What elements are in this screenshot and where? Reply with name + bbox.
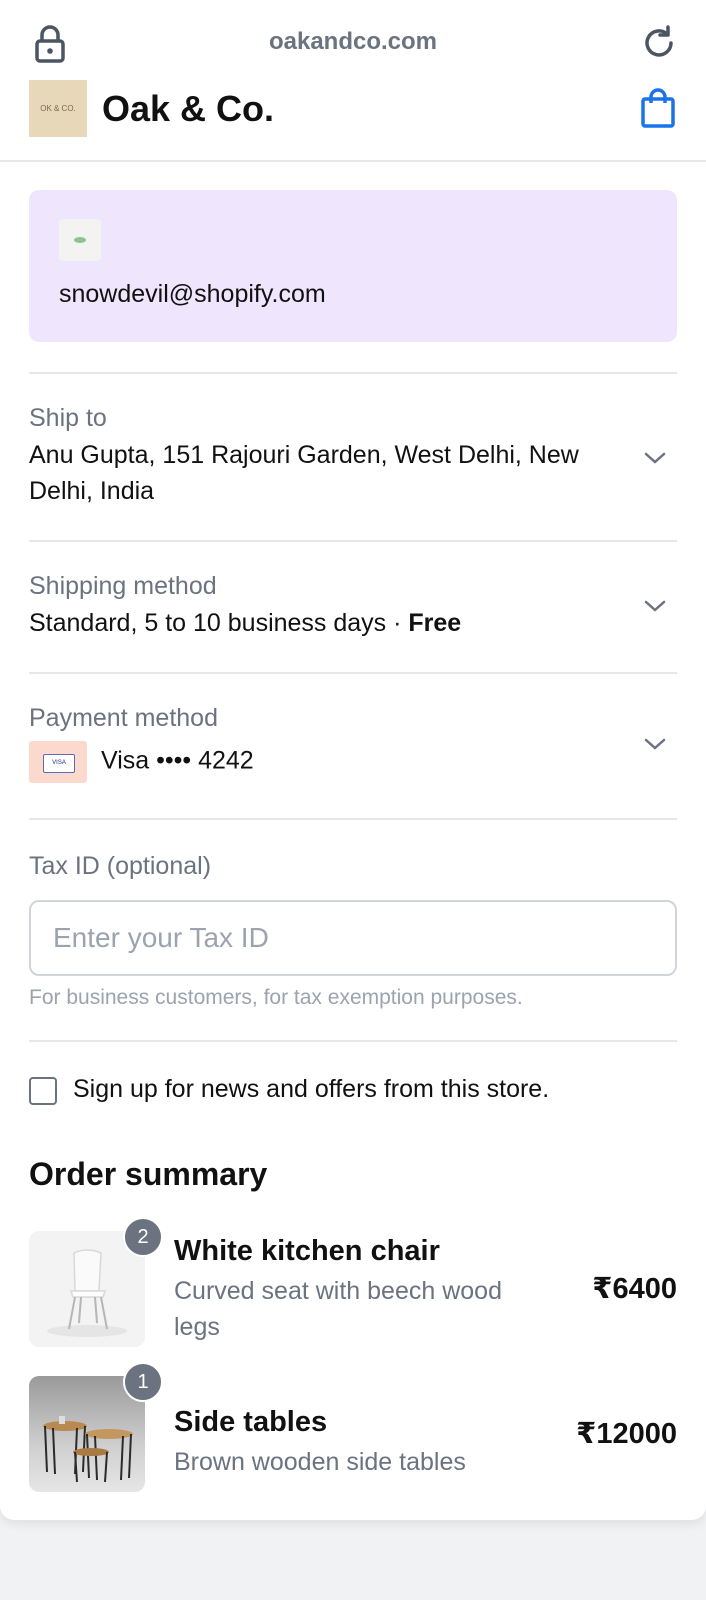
checkout-sheet: oakandco.com OK & CO. Oak & Co. snowdevi…	[0, 0, 706, 1520]
ship-to-row[interactable]: Ship to Anu Gupta, 151 Rajouri Garden, W…	[29, 404, 677, 509]
item-description: Curved seat with beech wood legs	[174, 1277, 502, 1341]
payment-method-label: Payment method	[29, 704, 218, 732]
credit-card-icon: VISA	[29, 741, 87, 783]
chevron-down-icon[interactable]	[643, 598, 667, 614]
divider	[29, 372, 677, 374]
shipping-method-row[interactable]: Shipping method Standard, 5 to 10 busine…	[29, 572, 677, 641]
url-text: oakandco.com	[268, 28, 438, 55]
newsletter-label[interactable]: Sign up for news and offers from this st…	[73, 1075, 549, 1104]
account-email: snowdevil@shopify.com	[59, 280, 326, 308]
newsletter-checkbox[interactable]	[29, 1077, 57, 1105]
account-card: snowdevil@shopify.com	[29, 190, 677, 342]
shipping-price: Free	[408, 609, 462, 637]
item-name: White kitchen chair	[174, 1235, 440, 1267]
chevron-down-icon[interactable]	[643, 450, 667, 466]
reload-icon[interactable]	[640, 24, 678, 62]
shopping-bag-icon[interactable]	[640, 88, 676, 128]
header: oakandco.com OK & CO. Oak & Co.	[0, 0, 706, 162]
store-name: Oak & Co.	[102, 88, 275, 129]
item-price: ₹12000	[576, 1418, 677, 1450]
store-logo: OK & CO.	[29, 80, 87, 137]
quantity-badge: 2	[123, 1217, 163, 1257]
shipping-method-value: Standard, 5 to 10 business days · Free	[29, 609, 462, 637]
tax-id-input[interactable]	[29, 900, 677, 976]
divider	[29, 540, 677, 542]
chevron-down-icon[interactable]	[643, 736, 667, 752]
item-description: Brown wooden side tables	[174, 1448, 466, 1476]
shop-thumbnail	[59, 219, 101, 261]
divider	[29, 1040, 677, 1042]
item-name: Side tables	[174, 1406, 328, 1438]
divider	[29, 818, 677, 820]
payment-method-value: VISA Visa •••• 4242	[29, 741, 619, 783]
order-summary-title: Order summary	[29, 1156, 268, 1192]
divider	[29, 672, 677, 674]
ship-to-value: Anu Gupta, 151 Rajouri Garden, West Delh…	[29, 441, 579, 505]
tax-id-help: For business customers, for tax exemptio…	[29, 986, 523, 1009]
item-price: ₹6400	[592, 1273, 677, 1305]
tax-id-label: Tax ID (optional)	[29, 852, 212, 880]
shipping-method-label: Shipping method	[29, 572, 217, 600]
payment-method-row[interactable]: Payment method VISA Visa •••• 4242	[29, 704, 677, 783]
ship-to-label: Ship to	[29, 404, 107, 432]
quantity-badge: 1	[123, 1362, 163, 1402]
